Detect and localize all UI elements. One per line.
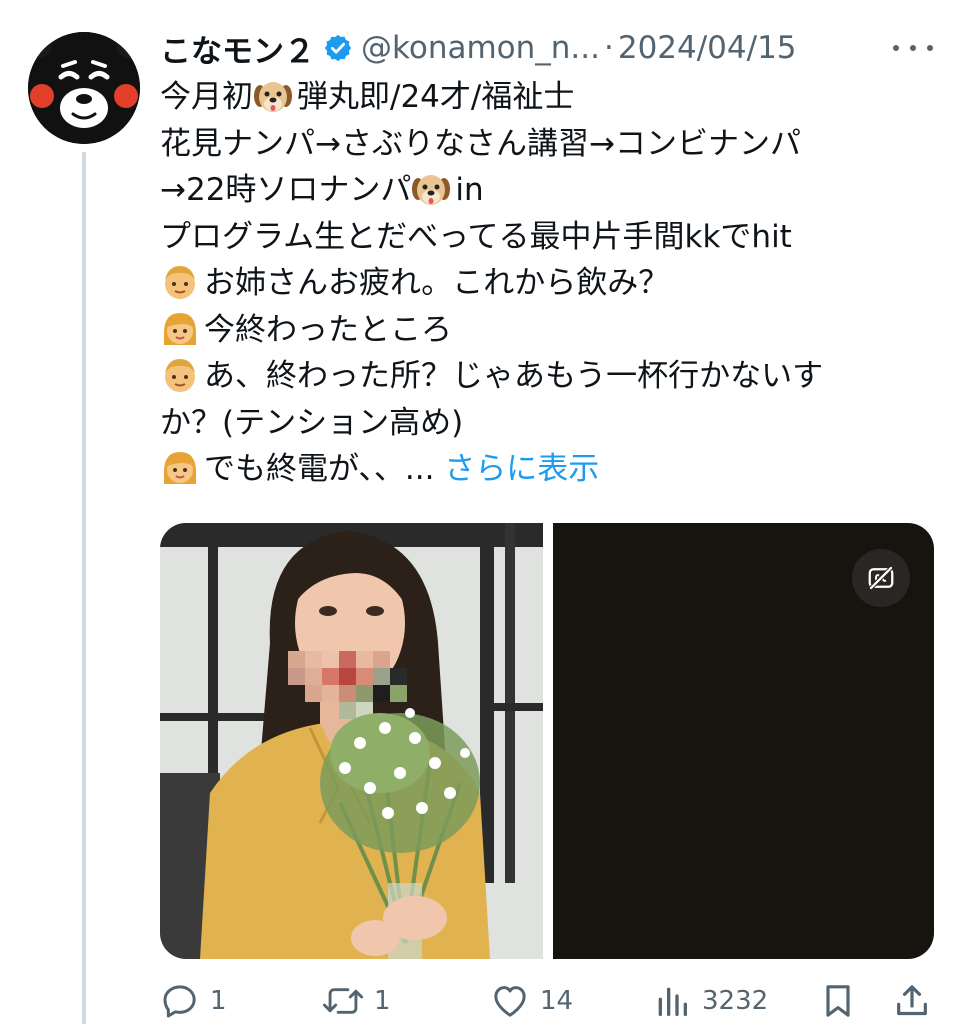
dog-face-emoji-icon bbox=[412, 175, 451, 205]
view-count: 3232 bbox=[702, 986, 769, 1016]
text-segment: 弾丸即/24才/福祉士 bbox=[297, 79, 575, 115]
tweet-header: こなモン２ @konamon_n... · 2024/04/15 bbox=[160, 26, 797, 70]
text-segment: お姉さんお疲れ。これから飲み？ bbox=[204, 265, 670, 301]
share-button[interactable] bbox=[892, 978, 932, 1024]
reply-button[interactable]: 1 bbox=[160, 978, 227, 1024]
media-grid bbox=[160, 523, 934, 959]
tweet-line: 今終わったところ bbox=[160, 307, 920, 354]
tweet-line: 今月初 弾丸即/24才/福祉士 bbox=[160, 74, 920, 121]
tweet-line: お姉さんお疲れ。これから飲み？ bbox=[160, 260, 920, 307]
dog-face-emoji-icon bbox=[254, 82, 292, 112]
text-segment: 今月初 bbox=[160, 79, 253, 115]
bookmark-icon bbox=[826, 985, 850, 1017]
woman-emoji-icon bbox=[164, 452, 196, 484]
verified-badge-icon bbox=[323, 33, 353, 63]
woman-emoji-icon bbox=[164, 312, 196, 345]
media-video[interactable] bbox=[553, 523, 934, 959]
text-segment: →22時ソロナンパ bbox=[160, 172, 412, 208]
man-emoji-icon bbox=[165, 359, 195, 392]
text-segment: あ、終わった所？じゃあもう一杯行かないす bbox=[204, 358, 824, 394]
heart-icon bbox=[494, 986, 526, 1017]
tweet-line: 花見ナンパ→さぶりなさん講習→コンビナンパ bbox=[160, 125, 801, 162]
more-dot bbox=[927, 45, 933, 51]
reply-count: 1 bbox=[210, 986, 227, 1016]
reply-icon bbox=[163, 985, 196, 1018]
more-dot bbox=[893, 45, 899, 51]
text-segment: でも終電が、、... bbox=[204, 451, 445, 487]
show-more-link[interactable]: さらに表示 bbox=[444, 451, 599, 487]
like-count: 14 bbox=[540, 986, 574, 1016]
tweet-line: あ、終わった所？じゃあもう一杯行かないす bbox=[160, 353, 920, 400]
like-button[interactable]: 14 bbox=[490, 978, 573, 1024]
avatar[interactable] bbox=[28, 32, 140, 144]
author-handle[interactable]: @konamon_n... bbox=[361, 30, 600, 66]
share-icon bbox=[897, 985, 927, 1016]
analytics-bars-icon bbox=[658, 987, 687, 1016]
views-button[interactable]: 3232 bbox=[652, 978, 768, 1024]
tweet-line: でも終電が、、... さらに表示 bbox=[160, 446, 920, 493]
repost-icon bbox=[322, 988, 364, 1014]
text-segment: 今終わったところ bbox=[204, 311, 452, 348]
action-bar: 1 1 14 3232 bbox=[160, 978, 940, 1024]
thread-line bbox=[82, 152, 86, 1024]
more-options-icon[interactable] bbox=[893, 34, 933, 62]
author-name[interactable]: こなモン２ bbox=[160, 26, 315, 71]
tweet-date[interactable]: 2024/04/15 bbox=[618, 30, 797, 66]
avatar-image bbox=[28, 32, 140, 144]
repost-count: 1 bbox=[374, 986, 391, 1016]
repost-button[interactable]: 1 bbox=[322, 978, 391, 1024]
photo-image bbox=[160, 523, 543, 959]
tweet-text: 今月初 弾丸即/24才/福祉士 花見ナンパ→さぶりなさん講習→コンビナンパ →2… bbox=[160, 74, 920, 493]
tweet-line: プログラム生とだべってる最中片手間kkでhit bbox=[160, 218, 792, 255]
bookmark-button[interactable] bbox=[818, 978, 858, 1024]
cc-off-icon[interactable] bbox=[852, 549, 910, 607]
tweet-line: →22時ソロナンパ in bbox=[160, 167, 920, 214]
media-divider bbox=[543, 523, 553, 959]
more-dot bbox=[910, 45, 916, 51]
media-photo-woman-with-flowers[interactable] bbox=[160, 523, 543, 959]
man-emoji-icon bbox=[165, 266, 195, 299]
separator-dot: · bbox=[603, 30, 614, 66]
text-segment: in bbox=[455, 172, 484, 208]
tweet-line: か？(テンション高め) bbox=[160, 404, 464, 441]
